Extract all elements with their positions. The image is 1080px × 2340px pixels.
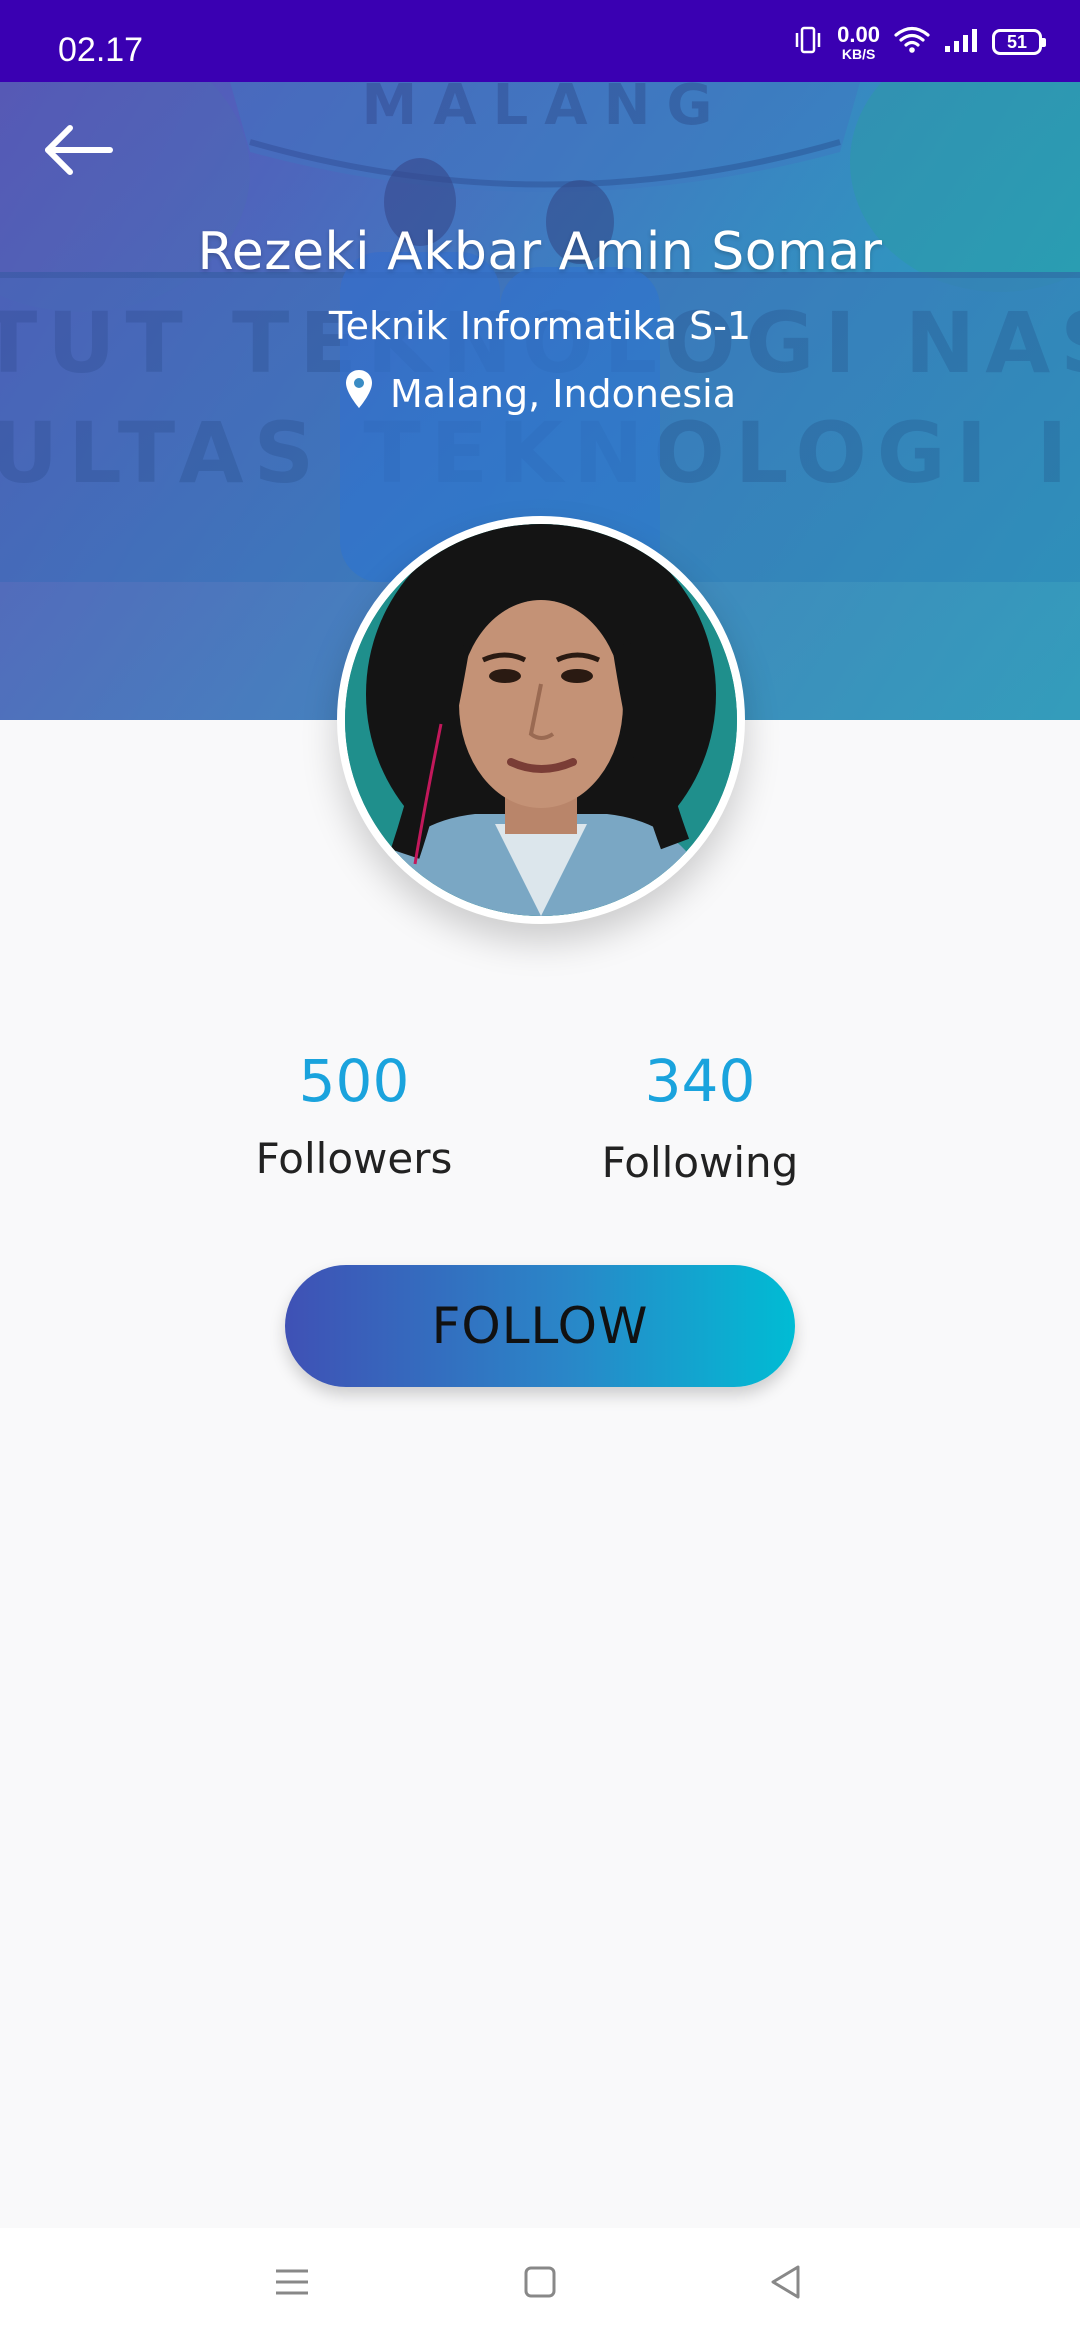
signal-icon xyxy=(944,27,978,57)
followers-label: Followers xyxy=(255,1134,453,1183)
following-stat[interactable]: 340 Following xyxy=(550,1052,850,1184)
vibrate-icon xyxy=(793,24,823,60)
battery-level: 51 xyxy=(1006,31,1028,52)
status-time: 02.17 xyxy=(58,31,144,69)
navigation-bar xyxy=(0,2228,1080,2340)
square-home-icon xyxy=(523,2265,557,2303)
menu-icon xyxy=(274,2267,310,2301)
network-speed-value: 0.00 xyxy=(837,21,880,47)
followers-stat[interactable]: 500 Followers xyxy=(204,1052,504,1180)
profile-location: Malang, Indonesia xyxy=(0,368,1080,419)
profile-screen: 02.17 0.00 KB/S 51 Rezeki Akbar Amin Som… xyxy=(0,0,1080,2340)
status-icons: 0.00 KB/S 51 xyxy=(793,21,1046,62)
nav-back-button[interactable] xyxy=(756,2256,816,2312)
battery-icon: 51 xyxy=(992,29,1046,55)
avatar xyxy=(337,516,745,924)
follow-button[interactable]: FOLLOW xyxy=(285,1265,795,1387)
network-speed: 0.00 KB/S xyxy=(837,21,880,62)
following-count: 340 xyxy=(644,1047,756,1115)
wifi-icon xyxy=(894,25,930,59)
location-pin-icon xyxy=(344,368,374,419)
location-text: Malang, Indonesia xyxy=(389,371,737,416)
profile-name: Rezeki Akbar Amin Somar xyxy=(197,222,883,282)
arrow-left-icon xyxy=(42,124,114,180)
back-button[interactable] xyxy=(36,110,120,194)
profile-major: Teknik Informatika S-1 xyxy=(328,304,752,348)
nav-menu-button[interactable] xyxy=(262,2256,322,2312)
status-bar: 02.17 0.00 KB/S 51 xyxy=(0,0,1080,82)
followers-count: 500 xyxy=(298,1047,410,1115)
network-speed-unit: KB/S xyxy=(841,45,876,62)
following-label: Following xyxy=(601,1138,799,1187)
triangle-back-icon xyxy=(768,2264,804,2304)
nav-home-button[interactable] xyxy=(510,2256,570,2312)
